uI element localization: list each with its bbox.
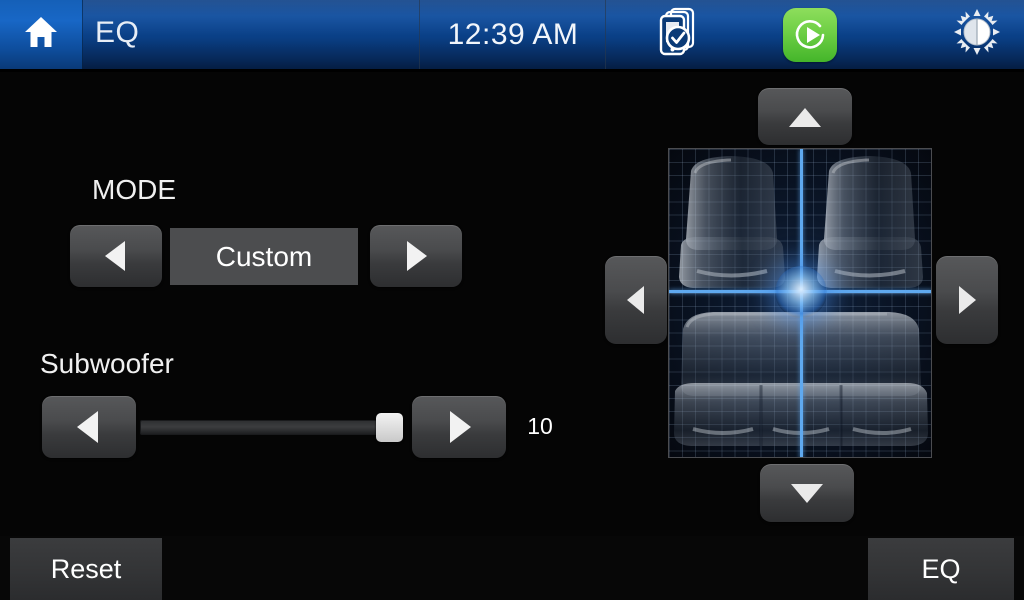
home-icon	[23, 15, 59, 54]
down-arrow-icon	[788, 480, 826, 506]
fader-down-button[interactable]	[760, 464, 854, 522]
home-button[interactable]	[0, 0, 83, 69]
clock: 12:39 AM	[447, 17, 579, 51]
mode-prev-button[interactable]	[70, 225, 162, 287]
subwoofer-slider-thumb[interactable]	[376, 413, 403, 442]
seat-front-right	[817, 156, 923, 288]
fader-up-button[interactable]	[758, 88, 852, 145]
status-divider-right	[605, 0, 606, 69]
subwoofer-slider-track[interactable]	[140, 420, 402, 435]
mode-value[interactable]: Custom	[170, 228, 358, 285]
subwoofer-decrease-button[interactable]	[42, 396, 136, 458]
phone-connected-button[interactable]	[620, 0, 740, 69]
subwoofer-increase-button[interactable]	[412, 396, 506, 458]
play-icon	[783, 7, 837, 62]
subwoofer-label: Subwoofer	[40, 348, 174, 379]
reset-button[interactable]: Reset	[10, 538, 162, 600]
eq-button[interactable]: EQ	[868, 538, 1014, 600]
left-arrow-icon	[73, 409, 105, 445]
brightness-button[interactable]	[930, 0, 1024, 69]
status-bar: EQ 12:39 AM	[0, 0, 1024, 72]
left-arrow-icon	[101, 239, 131, 273]
left-arrow-icon	[623, 283, 649, 317]
mode-label: MODE	[92, 174, 176, 205]
phone-connected-icon	[657, 7, 703, 62]
infotainment-screen: EQ 12:39 AM MODE Custom Subwoofer 10 Res…	[0, 0, 1024, 600]
right-arrow-icon	[401, 239, 431, 273]
right-arrow-icon	[954, 283, 980, 317]
seat-front-left	[679, 156, 785, 288]
mode-next-button[interactable]	[370, 225, 462, 287]
status-bar-underline	[0, 69, 1024, 72]
media-play-button[interactable]	[755, 0, 865, 69]
fader-balance-panel[interactable]	[668, 148, 932, 458]
right-arrow-icon	[443, 409, 475, 445]
up-arrow-icon	[786, 104, 824, 130]
fader-right-button[interactable]	[936, 256, 998, 344]
fader-left-button[interactable]	[605, 256, 667, 344]
page-title: EQ	[95, 16, 140, 49]
fader-position-marker[interactable]	[775, 266, 827, 318]
brightness-icon	[954, 9, 1000, 60]
subwoofer-value: 10	[527, 413, 553, 439]
